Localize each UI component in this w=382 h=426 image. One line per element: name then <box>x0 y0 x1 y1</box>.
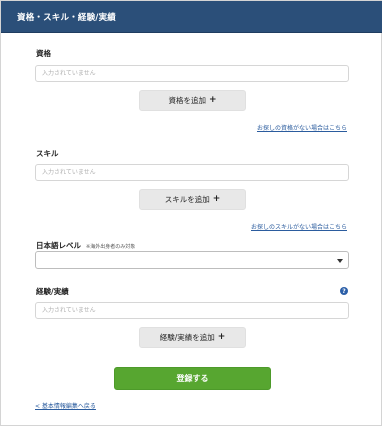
page-title: 資格・スキル・経験/実績 <box>17 13 117 23</box>
experience-label: 経験/実績 <box>36 287 69 296</box>
help-icon[interactable]: ? <box>340 287 348 295</box>
back-link[interactable]: < 基本情報編集へ戻る <box>35 401 96 410</box>
add-skill-label: スキルを追加 <box>164 195 210 204</box>
plus-icon: + <box>208 95 217 105</box>
add-experience-button[interactable]: 経験/実績を追加 + <box>139 327 246 348</box>
japanese-level-label-text: 日本語レベル <box>36 241 81 250</box>
form-panel: 資格・スキル・経験/実績 資格 資格を追加 + お探しの資格がない場合はこちら … <box>0 0 382 426</box>
submit-button[interactable]: 登録する <box>114 367 271 390</box>
qualification-missing-link[interactable]: お探しの資格がない場合はこちら <box>257 123 347 132</box>
experience-input[interactable] <box>35 302 349 319</box>
plus-icon: + <box>212 194 221 204</box>
add-experience-label: 経験/実績を追加 <box>159 333 215 342</box>
plus-icon: + <box>217 332 226 342</box>
add-skill-button[interactable]: スキルを追加 + <box>139 189 246 210</box>
add-qualification-button[interactable]: 資格を追加 + <box>139 90 246 111</box>
japanese-level-label: 日本語レベル ※海外出身者のみ対象 <box>36 240 135 251</box>
japanese-level-note: ※海外出身者のみ対象 <box>86 244 136 250</box>
skill-input[interactable] <box>35 164 349 181</box>
panel-header: 資格・スキル・経験/実績 <box>1 1 382 33</box>
add-qualification-label: 資格を追加 <box>168 96 206 105</box>
japanese-level-select[interactable] <box>35 251 349 269</box>
qualification-input[interactable] <box>35 65 349 82</box>
skill-missing-link[interactable]: お探しのスキルがない場合はこちら <box>251 222 347 231</box>
skill-label: スキル <box>36 149 59 158</box>
chevron-down-icon <box>337 259 343 263</box>
qualification-label: 資格 <box>36 49 51 58</box>
